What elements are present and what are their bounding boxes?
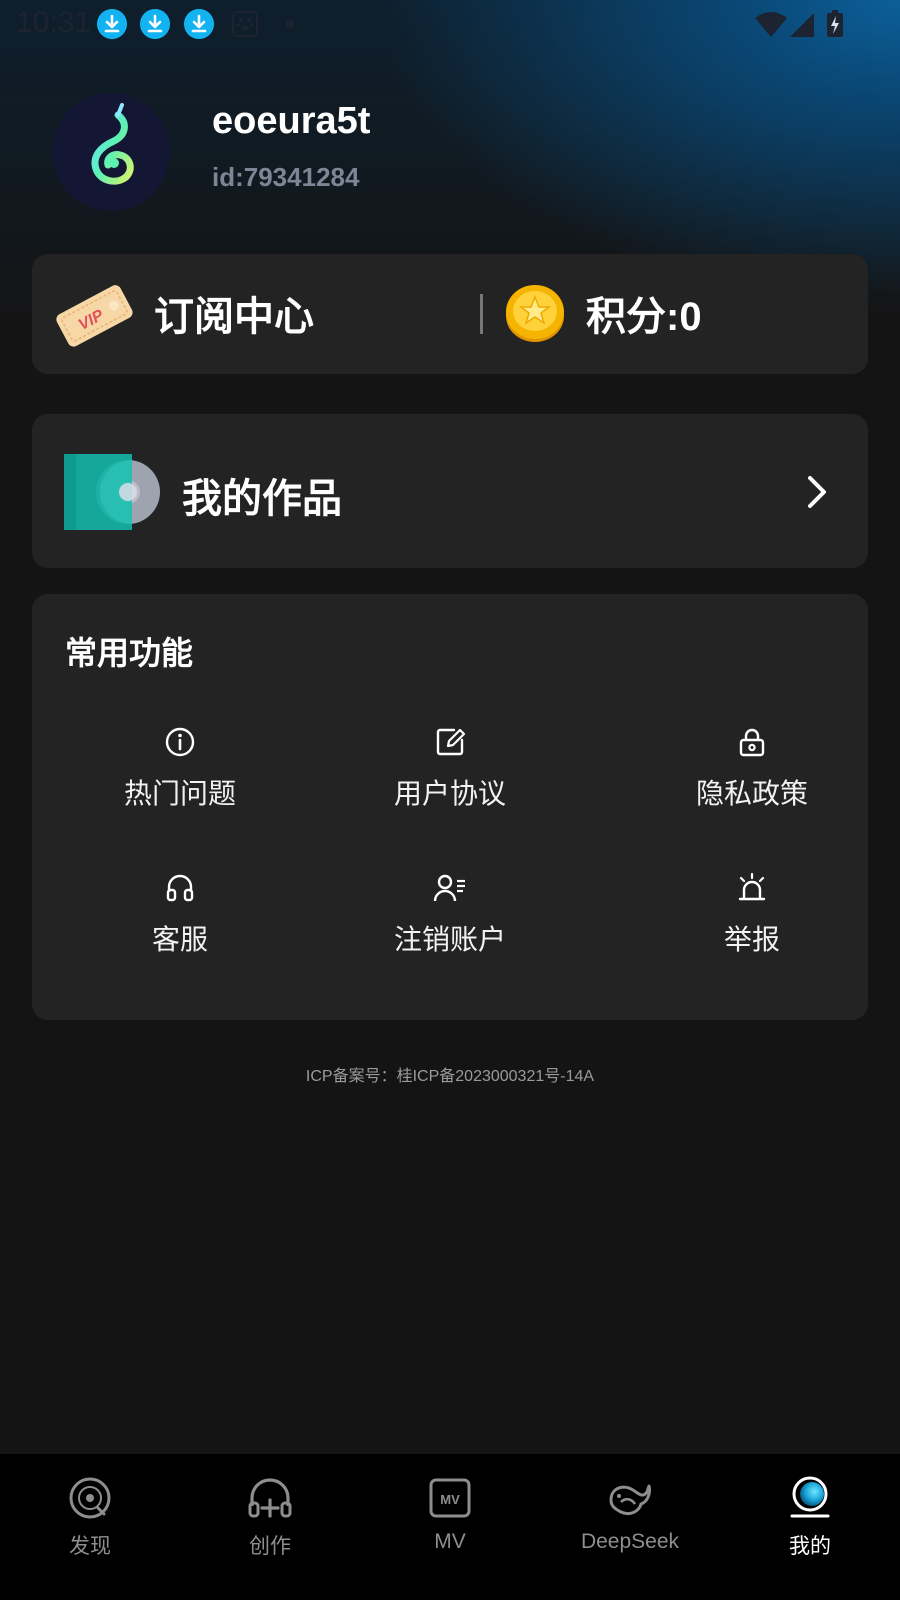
func-item-report[interactable]: 举报 (642, 872, 862, 958)
status-bar: 10:31 (0, 0, 900, 48)
alarm-siren-icon (738, 872, 766, 901)
whale-icon (609, 1484, 651, 1516)
chevron-right-icon (808, 476, 826, 508)
wifi-icon (755, 12, 787, 37)
divider (480, 294, 483, 334)
user-list-icon (433, 874, 465, 902)
info-icon (165, 727, 195, 757)
status-time: 10:31 (16, 6, 92, 39)
bottom-nav: 发现 创作 MV MV DeepSeek 我的 (0, 1454, 900, 1600)
paw-icon (232, 11, 258, 37)
headphones-plus-icon (248, 1478, 292, 1518)
download-icon (184, 9, 214, 39)
lock-icon (739, 728, 765, 757)
nav-label: DeepSeek (580, 1530, 680, 1553)
vinyl-disc-icon (69, 1477, 111, 1519)
user-id: id:79341284 (212, 162, 360, 192)
music-note-logo-icon (91, 103, 134, 185)
cellular-signal-icon (790, 13, 814, 37)
download-icon (97, 9, 127, 39)
profile-sphere-icon (790, 1476, 830, 1518)
common-functions-card: 常用功能 热门问题 用户协议 隐私政策 客服 注销账户 举报 (32, 594, 868, 1020)
func-label: 注销账户 (393, 924, 506, 955)
func-label: 热门问题 (123, 778, 236, 809)
my-works-card[interactable]: 我的作品 (32, 414, 868, 568)
func-item-hot-questions[interactable]: 热门问题 (70, 726, 290, 812)
icp-record[interactable]: ICP备案号：桂ICP备2023000321号-14A (0, 1062, 900, 1086)
func-label: 举报 (723, 924, 780, 955)
func-item-customer-service[interactable]: 客服 (70, 872, 290, 958)
func-item-delete-account[interactable]: 注销账户 (340, 872, 560, 958)
vip-ticket-icon: VIP (56, 285, 133, 347)
nav-label: 我的 (789, 1535, 831, 1558)
album-disc-icon (64, 454, 160, 530)
nav-discover[interactable]: 发现 (0, 1476, 180, 1560)
nav-deepseek[interactable]: DeepSeek (540, 1476, 720, 1554)
nav-mine[interactable]: 我的 (720, 1476, 900, 1560)
subscription-label: 订阅中心 (154, 295, 314, 339)
download-icon (140, 9, 170, 39)
avatar[interactable] (52, 93, 170, 211)
my-works-label: 我的作品 (182, 477, 342, 521)
nav-mv[interactable]: MV MV (360, 1476, 540, 1554)
func-label: 客服 (151, 924, 208, 955)
func-item-privacy-policy[interactable]: 隐私政策 (642, 726, 862, 812)
username: eoeura5t (212, 100, 371, 142)
subscription-card: VIP 订阅中心 积分:0 (32, 254, 868, 374)
notification-dot (286, 20, 294, 28)
func-label: 隐私政策 (695, 778, 808, 809)
func-label: 用户协议 (393, 778, 506, 809)
nav-create[interactable]: 创作 (180, 1476, 360, 1560)
svg-text:MV: MV (440, 1492, 460, 1507)
star-coin-icon (506, 285, 564, 342)
mv-icon: MV (429, 1478, 471, 1518)
func-item-user-agreement[interactable]: 用户协议 (340, 726, 560, 812)
points-label: 积分:0 (586, 295, 702, 339)
nav-label: 创作 (249, 1535, 291, 1558)
nav-label: MV (434, 1530, 466, 1553)
battery-charging-icon (827, 10, 843, 37)
headphones-icon (166, 874, 194, 902)
nav-label: 发现 (69, 1535, 111, 1558)
common-functions-title: 常用功能 (65, 635, 194, 671)
edit-document-icon (436, 728, 466, 756)
